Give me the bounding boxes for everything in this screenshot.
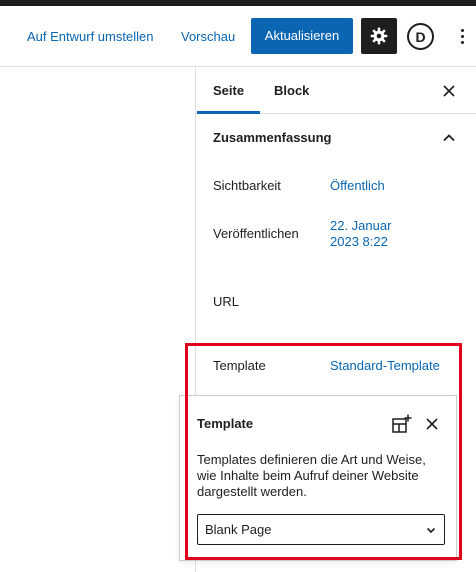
visibility-label: Sichtbarkeit bbox=[213, 178, 281, 193]
gear-icon bbox=[370, 27, 388, 45]
chevron-up-icon bbox=[443, 134, 455, 142]
editor-header: Auf Entwurf umstellen Vorschau Aktualisi… bbox=[0, 6, 476, 67]
tab-page[interactable]: Seite bbox=[196, 67, 261, 114]
more-options-button[interactable] bbox=[452, 23, 472, 49]
publish-label: Veröffentlichen bbox=[213, 226, 299, 241]
summary-title: Zusammenfassung bbox=[213, 130, 332, 145]
close-icon[interactable] bbox=[423, 415, 441, 433]
chevron-down-icon bbox=[426, 527, 436, 534]
switch-to-draft-button[interactable]: Auf Entwurf umstellen bbox=[27, 26, 153, 48]
template-select[interactable]: Blank Page bbox=[197, 514, 445, 545]
template-select-value: Blank Page bbox=[205, 522, 272, 537]
avatar-letter: D bbox=[415, 28, 426, 45]
visibility-value[interactable]: Öffentlich bbox=[330, 178, 385, 194]
more-vertical-icon bbox=[460, 28, 464, 44]
url-label: URL bbox=[213, 294, 240, 309]
sidebar-tabs: Seite Block bbox=[196, 67, 476, 114]
update-button[interactable]: Aktualisieren bbox=[251, 18, 353, 54]
publish-date-line2: 2023 8:22 bbox=[330, 234, 388, 249]
close-icon[interactable] bbox=[439, 81, 459, 101]
preview-button[interactable]: Vorschau bbox=[181, 26, 235, 48]
add-template-icon[interactable] bbox=[390, 413, 412, 435]
publish-date-line1: 22. Januar bbox=[330, 218, 392, 233]
popover-description: Templates definieren die Art und Weise, … bbox=[197, 452, 426, 499]
summary-panel-toggle[interactable]: Zusammenfassung bbox=[196, 114, 476, 162]
tab-block[interactable]: Block bbox=[274, 67, 309, 114]
popover-title: Template bbox=[197, 416, 254, 431]
template-value[interactable]: Standard-Template bbox=[330, 358, 440, 374]
site-logo-button[interactable]: D bbox=[407, 23, 434, 50]
settings-button[interactable] bbox=[361, 18, 397, 54]
publish-date-value[interactable]: 22. Januar 2023 8:22 bbox=[330, 218, 391, 250]
template-label: Template bbox=[213, 358, 266, 373]
template-popover: Template Templates definieren die Art un… bbox=[179, 395, 457, 561]
